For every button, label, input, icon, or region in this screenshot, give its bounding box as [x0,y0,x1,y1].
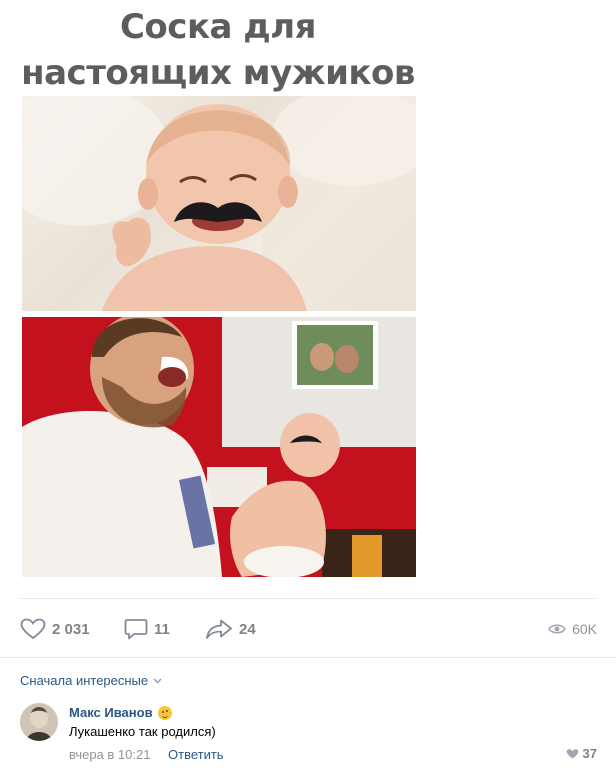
heart-icon [20,618,46,640]
post-title: Соска для настоящих мужиков [20,4,416,96]
post-title-line1: Соска для [119,7,317,47]
comment-button[interactable]: 11 [124,618,170,640]
post-title-line2: настоящих мужиков [21,53,415,93]
comment-text: Лукашенко так родился) [69,724,216,739]
comment-icon [124,619,148,640]
shares-count: 24 [239,620,256,638]
comments-count: 11 [154,620,170,638]
heart-icon [566,748,578,758]
post-photo-baby[interactable] [22,96,416,311]
comment-timestamp[interactable]: вчера в 10:21 [69,747,150,762]
comment-author-name[interactable]: Макс Иванов [69,705,153,720]
eye-icon [548,624,566,634]
share-button[interactable]: 24 [205,618,256,640]
chevron-down-icon [153,678,162,683]
post-photo-man-and-baby[interactable] [22,317,416,577]
avatar-image [20,703,58,741]
comment-author-avatar[interactable] [20,703,58,741]
comment-reply-link[interactable]: Ответить [168,747,224,762]
views-counter: 60K [548,618,597,640]
baby-photo-illustration [22,96,416,311]
comments-sort-dropdown[interactable]: Сначала интересные [20,673,162,688]
comments-divider [0,657,616,658]
comments-sort-label: Сначала интересные [20,673,149,688]
like-button[interactable]: 2 031 [20,618,90,640]
share-arrow-icon [206,619,232,639]
comment-author[interactable]: Макс Иванов [69,705,172,720]
actions-divider [20,598,596,599]
views-count: 60K [572,621,597,637]
smile-emoji-icon [157,705,172,720]
comment-likes-count: 37 [582,746,597,761]
man-baby-photo-illustration [22,317,416,577]
comment-like-button[interactable]: 37 [566,746,597,761]
likes-count: 2 031 [52,620,90,638]
